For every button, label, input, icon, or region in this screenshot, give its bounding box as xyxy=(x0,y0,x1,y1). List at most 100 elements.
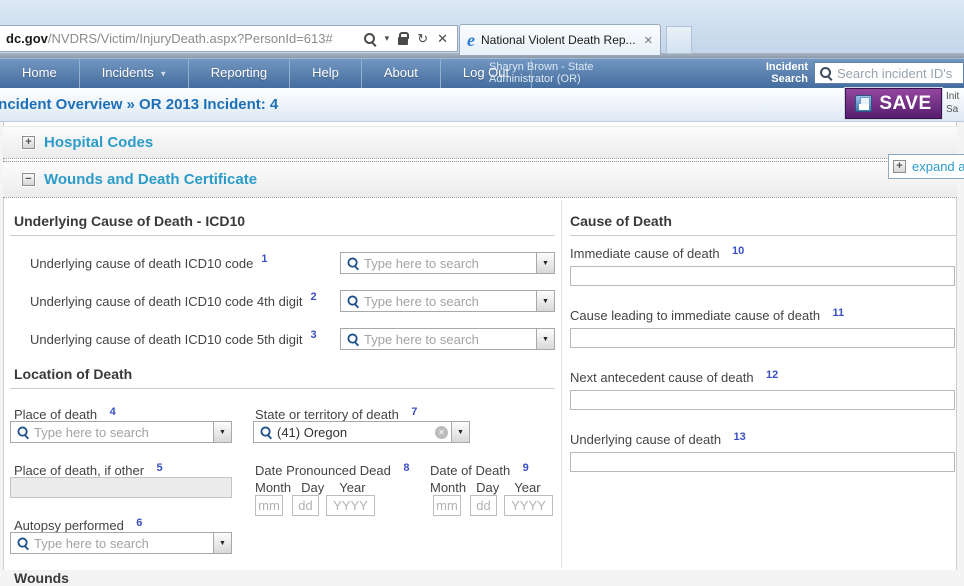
stop-icon[interactable]: ✕ xyxy=(437,32,448,45)
divider xyxy=(570,235,956,236)
chevron-down-icon[interactable]: ▾ xyxy=(385,33,390,44)
url-path: /NVDRS/Victim/InjuryDeath.aspx?PersonId=… xyxy=(48,31,333,46)
field-number: 2 xyxy=(310,291,316,303)
lock-icon xyxy=(398,37,408,45)
date-pronounced-year-input[interactable] xyxy=(326,495,375,516)
save-side-text: Init Sa xyxy=(946,90,964,116)
incident-search-input[interactable] xyxy=(837,66,963,81)
next-antecedent-cause-input[interactable] xyxy=(570,390,955,410)
icd10-5th-digit-combo: ▼ xyxy=(340,328,555,350)
section-hospital-codes[interactable]: + Hospital Codes xyxy=(3,126,957,159)
collapse-icon[interactable]: − xyxy=(22,173,35,186)
field-number: 3 xyxy=(310,329,316,341)
dropdown-button[interactable]: ▼ xyxy=(536,329,554,349)
field-row-icd10-code: Underlying cause of death ICD10 code 1 ▼ xyxy=(30,252,555,274)
floppy-disk-icon xyxy=(855,95,872,112)
date-of-death-label: Date of Death 9 xyxy=(430,462,529,480)
field-number: 4 xyxy=(110,406,116,418)
dropdown-button[interactable]: ▼ xyxy=(451,422,469,442)
search-icon xyxy=(347,295,358,306)
expand-all-button[interactable]: + expand a xyxy=(888,154,964,179)
field-number: 7 xyxy=(411,406,417,418)
expand-icon: + xyxy=(893,160,906,173)
dropdown-button[interactable]: ▼ xyxy=(213,422,231,442)
left-column: Underlying Cause of Death - ICD10 Underl… xyxy=(10,205,555,586)
incident-search-box xyxy=(814,62,964,84)
group-title-wounds: Wounds xyxy=(14,570,555,586)
autopsy-combo: ▼ xyxy=(10,532,232,554)
group-title-icd10: Underlying Cause of Death - ICD10 xyxy=(14,213,555,229)
user-info: Sharyn Brown - State Administrator (OR) xyxy=(489,61,594,85)
date-pronounced-label: Date Pronounced Dead 8 xyxy=(255,462,409,480)
right-column: Cause of Death Immediate cause of death … xyxy=(570,205,956,472)
date-of-death-day-input[interactable] xyxy=(470,495,497,516)
incident-search-label: Incident Search xyxy=(748,61,808,85)
refresh-icon[interactable]: ↻ xyxy=(417,32,428,45)
state-of-death-input[interactable] xyxy=(277,425,435,440)
date-pronounced-day-input[interactable] xyxy=(292,495,319,516)
search-icon xyxy=(820,67,832,79)
icd10-4th-digit-combo: ▼ xyxy=(340,290,555,312)
address-bar[interactable]: dc.gov/NVDRS/Victim/InjuryDeath.aspx?Per… xyxy=(0,25,458,52)
expand-icon[interactable]: + xyxy=(22,136,35,149)
clear-icon[interactable]: ✕ xyxy=(435,426,448,439)
icd10-code-combo: ▼ xyxy=(340,252,555,274)
nav-item-help[interactable]: Help xyxy=(290,59,362,88)
location-grid: Place of death 4 ▼ State or territory of… xyxy=(10,389,555,555)
section-wounds-death-certificate[interactable]: − Wounds and Death Certificate xyxy=(3,161,957,198)
place-of-death-combo: ▼ xyxy=(10,421,232,443)
field-number: 12 xyxy=(766,369,778,381)
url-text[interactable]: dc.gov/NVDRS/Victim/InjuryDeath.aspx?Per… xyxy=(6,31,358,46)
place-of-death-input[interactable] xyxy=(34,425,213,440)
dropdown-button[interactable]: ▼ xyxy=(536,253,554,273)
column-divider xyxy=(561,200,562,568)
field-immediate-cause: Immediate cause of death 10 xyxy=(570,245,956,286)
tab-close-icon[interactable]: ✕ xyxy=(644,34,653,47)
field-leading-cause: Cause leading to immediate cause of deat… xyxy=(570,307,956,348)
search-icon xyxy=(347,333,358,344)
nav-item-home[interactable]: Home xyxy=(0,59,80,88)
date-pronounced-inputs xyxy=(255,495,375,516)
autopsy-input[interactable] xyxy=(34,536,213,551)
dropdown-button[interactable]: ▼ xyxy=(213,533,231,553)
search-icon xyxy=(17,426,28,437)
url-domain: dc.gov xyxy=(6,31,48,46)
state-of-death-combo: ✕ ▼ xyxy=(253,421,470,443)
field-row-icd10-5th: Underlying cause of death ICD10 code 5th… xyxy=(30,328,555,350)
date-of-death-month-input[interactable] xyxy=(433,495,461,516)
field-number: 8 xyxy=(403,462,409,474)
divider xyxy=(10,235,555,236)
nav-item-reporting[interactable]: Reporting xyxy=(189,59,290,88)
nav-item-incidents[interactable]: Incidents▾ xyxy=(80,59,189,88)
icd10-code-input[interactable] xyxy=(364,256,536,271)
field-number: 11 xyxy=(833,307,845,319)
field-number: 9 xyxy=(523,462,529,474)
field-number: 5 xyxy=(157,462,163,474)
field-underlying-cause: Underlying cause of death 13 xyxy=(570,431,956,472)
underlying-cause-input[interactable] xyxy=(570,452,955,472)
search-icon[interactable] xyxy=(364,33,376,45)
save-button[interactable]: SAVE xyxy=(845,88,942,119)
field-row-icd10-4th: Underlying cause of death ICD10 code 4th… xyxy=(30,290,555,312)
tab-title: National Violent Death Rep... xyxy=(481,33,639,47)
date-pronounced-month-input[interactable] xyxy=(255,495,283,516)
breadcrumb-bar: Incident Overview » OR 2013 Incident: 4 xyxy=(0,88,964,122)
field-number: 1 xyxy=(261,253,267,265)
leading-cause-input[interactable] xyxy=(570,328,955,348)
nav-item-about[interactable]: About xyxy=(362,59,441,88)
immediate-cause-input[interactable] xyxy=(570,266,955,286)
new-tab-button[interactable] xyxy=(666,26,692,54)
date-of-death-year-input[interactable] xyxy=(504,495,553,516)
field-number: 10 xyxy=(732,245,744,257)
ie-icon: e xyxy=(467,31,475,49)
group-title-location: Location of Death xyxy=(14,366,555,382)
breadcrumb[interactable]: Incident Overview » OR 2013 Incident: 4 xyxy=(0,96,278,113)
icd10-4th-digit-input[interactable] xyxy=(364,294,536,309)
field-number: 13 xyxy=(734,431,746,443)
icd10-5th-digit-input[interactable] xyxy=(364,332,536,347)
dropdown-button[interactable]: ▼ xyxy=(536,291,554,311)
search-icon xyxy=(260,426,271,437)
field-number: 6 xyxy=(136,517,142,529)
browser-tab[interactable]: e National Violent Death Rep... ✕ xyxy=(459,24,661,55)
search-icon xyxy=(17,537,28,548)
